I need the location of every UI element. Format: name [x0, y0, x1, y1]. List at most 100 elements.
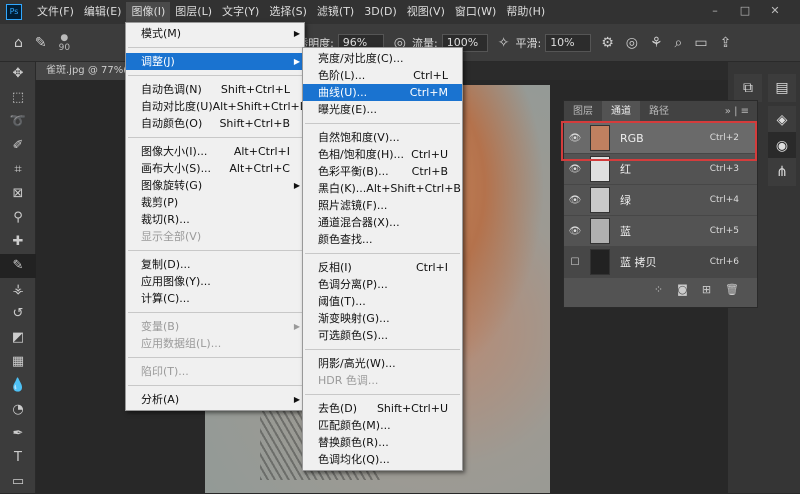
dodge-tool-icon[interactable]: ◔: [0, 398, 36, 422]
menu-item[interactable]: 色相/饱和度(H)... Ctrl+U: [303, 146, 462, 163]
menu-3[interactable]: 图层(L): [170, 2, 217, 22]
brush-tool-icon[interactable]: ✎: [0, 254, 36, 278]
eraser-tool-icon[interactable]: ◩: [0, 326, 36, 350]
airbrush-icon[interactable]: ✧: [498, 35, 510, 51]
menu-item[interactable]: 阴影/高光(W)...: [303, 355, 462, 372]
menu-item[interactable]: 颜色查找...: [303, 231, 462, 248]
layers-icon[interactable]: ◈: [768, 106, 796, 134]
visibility-eye-icon[interactable]: ☐: [564, 257, 586, 268]
menu-item[interactable]: 自动对比度(U) Alt+Shift+Ctrl+L: [126, 98, 306, 115]
menu-item[interactable]: 应用图像(Y)...: [126, 273, 304, 290]
menu-4[interactable]: 文字(Y): [217, 2, 264, 22]
menu-item[interactable]: 可选颜色(S)...: [303, 327, 462, 344]
panel-tab[interactable]: 路径: [640, 101, 678, 123]
menu-item[interactable]: 色调均化(Q)...: [303, 451, 462, 468]
menu-item[interactable]: 去色(D) Shift+Ctrl+U: [303, 400, 462, 417]
menu-item[interactable]: 色调分离(P)...: [303, 276, 462, 293]
menu-item[interactable]: 自动色调(N) Shift+Ctrl+L: [126, 81, 304, 98]
crop-tool-icon[interactable]: ⌗: [0, 158, 36, 182]
menu-item[interactable]: 曝光度(E)...: [303, 101, 462, 118]
menu-1[interactable]: 编辑(E): [79, 2, 127, 22]
menu-8[interactable]: 视图(V): [402, 2, 450, 22]
history-icon[interactable]: ⧉: [734, 74, 762, 102]
menu-item-label: 色阶(L)...: [318, 69, 366, 82]
menu-item[interactable]: 复制(D)...: [126, 256, 304, 273]
channel-row[interactable]: ☐ 蓝 拷贝 Ctrl+6: [564, 247, 757, 278]
channel-row[interactable]: 👁 绿 Ctrl+4: [564, 185, 757, 216]
menu-10[interactable]: 帮助(H): [501, 2, 550, 22]
menu-item[interactable]: 曲线(U)... Ctrl+M: [303, 84, 462, 101]
brush-preset-picker[interactable]: ● 90: [59, 33, 70, 53]
menu-item[interactable]: 分析(A) ▶: [126, 391, 304, 408]
menu-item[interactable]: 阈值(T)...: [303, 293, 462, 310]
home-icon[interactable]: ⌂: [14, 35, 23, 51]
menu-item[interactable]: 计算(C)...: [126, 290, 304, 307]
blur-tool-icon[interactable]: 💧: [0, 374, 36, 398]
menu-item[interactable]: 色彩平衡(B)... Ctrl+B: [303, 163, 462, 180]
menu-item[interactable]: 模式(M) ▶: [126, 25, 304, 42]
menu-item[interactable]: 通道混合器(X)...: [303, 214, 462, 231]
menu-item[interactable]: 调整(J) ▶: [126, 53, 304, 70]
panel-tab[interactable]: 图层: [564, 101, 602, 123]
menu-item[interactable]: 反相(I) Ctrl+I: [303, 259, 462, 276]
visibility-eye-icon[interactable]: 👁: [564, 164, 586, 175]
menu-item[interactable]: 裁剪(P): [126, 194, 304, 211]
smoothing-input[interactable]: 10%: [545, 33, 592, 52]
rectangle-tool-icon[interactable]: ▭: [0, 470, 36, 494]
channel-row[interactable]: 👁 蓝 Ctrl+5: [564, 216, 757, 247]
menu-bar: Ps 文件(F) 编辑(E) 图像(I) 图层(L) 文字(Y) 选择(S) 滤镜(T) 3D…: [0, 0, 800, 24]
properties-icon[interactable]: ▤: [768, 74, 796, 102]
healing-tool-icon[interactable]: ✚: [0, 230, 36, 254]
gradient-tool-icon[interactable]: ▦: [0, 350, 36, 374]
visibility-eye-icon[interactable]: 👁: [564, 226, 586, 237]
menu-item[interactable]: 图像旋转(G) ▶: [126, 177, 304, 194]
save-selection-icon[interactable]: ◙: [677, 283, 688, 296]
symmetry-icon[interactable]: ⚘: [650, 35, 663, 51]
pen-tool-icon[interactable]: ✒: [0, 422, 36, 446]
stamp-tool-icon[interactable]: ⚶: [0, 278, 36, 302]
history-brush-icon[interactable]: ↺: [0, 302, 36, 326]
menu-7[interactable]: 3D(D): [359, 2, 402, 22]
gear-icon[interactable]: ⚙: [601, 35, 614, 51]
menu-item[interactable]: 画布大小(S)... Alt+Ctrl+C: [126, 160, 304, 177]
pressure-size-icon[interactable]: ◎: [626, 35, 638, 51]
panel-menu-icon[interactable]: » | ≡: [725, 101, 757, 123]
menu-item[interactable]: 渐变映射(G)...: [303, 310, 462, 327]
lasso-tool-icon[interactable]: ➰: [0, 110, 36, 134]
menu-0[interactable]: 文件(F): [32, 2, 79, 22]
menu-item[interactable]: 替换颜色(R)...: [303, 434, 462, 451]
delete-channel-icon[interactable]: 🗑: [725, 283, 739, 296]
menu-item[interactable]: 色阶(L)... Ctrl+L: [303, 67, 462, 84]
menu-9[interactable]: 窗口(W): [450, 2, 501, 22]
menu-item[interactable]: 自然饱和度(V)...: [303, 129, 462, 146]
type-tool-icon[interactable]: T: [0, 446, 36, 470]
menu-item[interactable]: 裁切(R)...: [126, 211, 304, 228]
load-selection-icon[interactable]: ⁘: [654, 283, 663, 296]
minimize-button[interactable]: –: [704, 4, 726, 20]
menu-item[interactable]: 自动颜色(O) Shift+Ctrl+B: [126, 115, 304, 132]
move-tool-icon[interactable]: ✥: [0, 62, 36, 86]
eyedropper-tool-icon[interactable]: ⚲: [0, 206, 36, 230]
workspace-icon[interactable]: ▭: [694, 35, 707, 51]
marquee-tool-icon[interactable]: ⬚: [0, 86, 36, 110]
menu-item[interactable]: 照片滤镜(F)...: [303, 197, 462, 214]
menu-2[interactable]: 图像(I): [126, 2, 171, 22]
maximize-button[interactable]: □: [734, 4, 756, 20]
panel-tab[interactable]: 通道: [602, 101, 640, 123]
frame-tool-icon[interactable]: ⊠: [0, 182, 36, 206]
new-channel-icon[interactable]: ⊞: [702, 283, 711, 296]
channels-icon[interactable]: ◉: [768, 132, 796, 160]
visibility-eye-icon[interactable]: 👁: [564, 195, 586, 206]
close-button[interactable]: ✕: [764, 4, 786, 20]
quick-select-tool-icon[interactable]: ✐: [0, 134, 36, 158]
paths-icon[interactable]: ⋔: [768, 158, 796, 186]
menu-item[interactable]: 黑白(K)... Alt+Shift+Ctrl+B: [303, 180, 462, 197]
menu-item[interactable]: 匹配颜色(M)...: [303, 417, 462, 434]
menu-item[interactable]: 亮度/对比度(C)...: [303, 50, 462, 67]
menu-6[interactable]: 滤镜(T): [312, 2, 359, 22]
search-icon[interactable]: ⌕: [675, 35, 683, 51]
share-icon[interactable]: ⇪: [720, 35, 732, 51]
menu-item[interactable]: 图像大小(I)... Alt+Ctrl+I: [126, 143, 304, 160]
menu-5[interactable]: 选择(S): [264, 2, 312, 22]
brush-tool-icon[interactable]: ✎: [35, 35, 47, 51]
